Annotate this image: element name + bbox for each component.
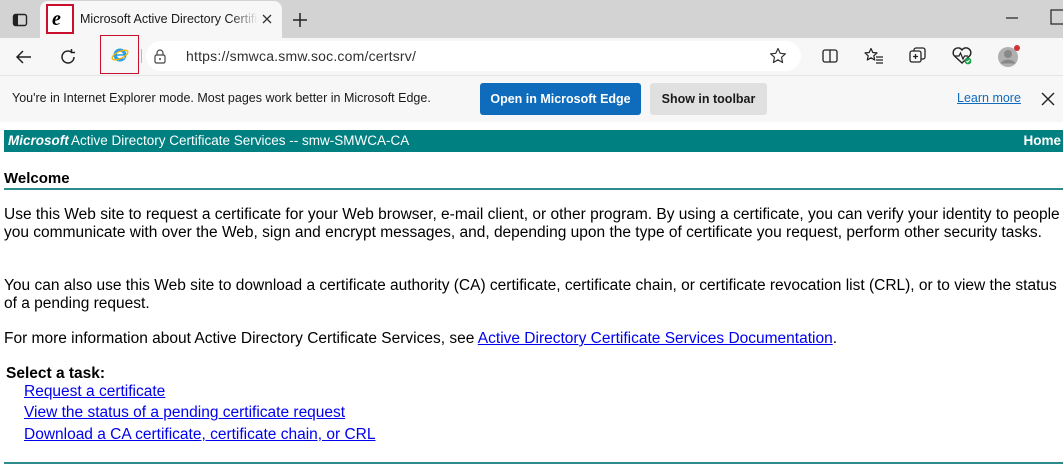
home-link[interactable]: Home — [1023, 133, 1061, 148]
brand-label: Microsoft — [8, 133, 69, 148]
intro-paragraph: Use this Web site to request a certifica… — [4, 206, 1060, 241]
certsrv-header-bar: Microsoft Active Directory Certificate S… — [4, 130, 1063, 152]
page-title: Welcome — [4, 170, 70, 187]
learn-more-link[interactable]: Learn more — [957, 91, 1021, 105]
infobar-message: You're in Internet Explorer mode. Most p… — [12, 91, 431, 105]
back-arrow-icon[interactable] — [10, 43, 38, 71]
url-text[interactable]: https://smwca.smw.soc.com/certsrv/ — [186, 48, 416, 64]
ie-mode-infobar: You're in Internet Explorer mode. Most p… — [0, 75, 1063, 122]
profile-avatar-icon[interactable] — [994, 41, 1024, 71]
svg-text:e: e — [52, 9, 61, 29]
info-suffix: . — [832, 330, 838, 347]
tab-actions-icon[interactable] — [8, 8, 32, 32]
request-certificate-link[interactable]: Request a certificate — [24, 383, 165, 401]
pending-request-link[interactable]: View the status of a pending certificate… — [24, 404, 345, 422]
download-ca-certificate-link[interactable]: Download a CA certificate, certificate c… — [24, 426, 376, 444]
favorites-icon[interactable] — [862, 44, 886, 68]
lock-icon[interactable] — [152, 48, 168, 64]
plus-icon[interactable] — [289, 9, 311, 31]
minimize-icon[interactable] — [1002, 10, 1022, 26]
tab-strip: e Microsoft Active Directory Certificate… — [0, 0, 1063, 38]
browser-tab[interactable]: e Microsoft Active Directory Certificate… — [40, 1, 282, 38]
info-paragraph: For more information about Active Direct… — [4, 330, 1060, 348]
service-title: Active Directory Certificate Services --… — [71, 133, 410, 148]
ie-mode-icon[interactable] — [100, 35, 139, 74]
browser-essentials-icon[interactable] — [950, 44, 974, 68]
tab-title: Microsoft Active Directory Certificate S… — [80, 12, 258, 26]
split-screen-icon[interactable] — [818, 44, 842, 68]
download-paragraph: You can also use this Web site to downlo… — [4, 277, 1057, 312]
address-separator — [141, 49, 142, 63]
open-in-edge-button[interactable]: Open in Microsoft Edge — [480, 83, 641, 115]
select-task-heading: Select a task: — [6, 365, 106, 382]
collections-icon[interactable] — [906, 44, 930, 68]
show-in-toolbar-button[interactable]: Show in toolbar — [650, 83, 767, 115]
star-icon[interactable] — [769, 47, 787, 65]
divider — [4, 462, 1063, 464]
documentation-link[interactable]: Active Directory Certificate Services Do… — [478, 330, 833, 347]
address-bar[interactable]: https://smwca.smw.soc.com/certsrv/ — [146, 41, 801, 71]
close-icon[interactable] — [260, 12, 274, 26]
close-icon[interactable] — [1041, 92, 1055, 106]
ie-e-icon: e — [46, 4, 74, 34]
info-text: For more information about Active Direct… — [4, 330, 478, 347]
refresh-icon[interactable] — [54, 43, 82, 71]
maximize-icon[interactable] — [1046, 6, 1063, 26]
divider — [4, 188, 1063, 190]
